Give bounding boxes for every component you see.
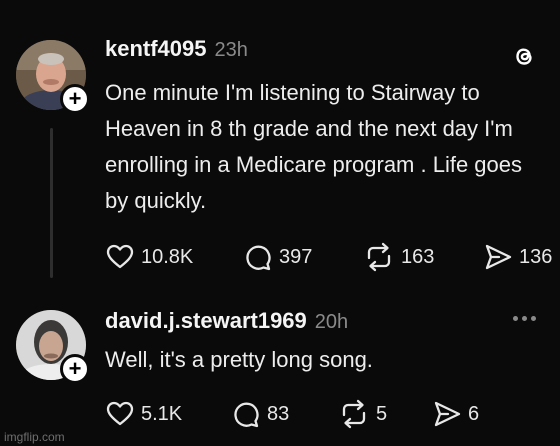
username[interactable]: david.j.stewart1969	[105, 308, 307, 334]
reply-count: 83	[267, 402, 290, 425]
share-button[interactable]: 6	[432, 398, 479, 430]
threads-logo-icon	[516, 48, 532, 65]
repost-icon	[342, 399, 366, 429]
repost-count: 5	[376, 402, 388, 425]
post-header: david.j.stewart1969 20h	[105, 308, 348, 334]
comment-icon	[246, 245, 271, 271]
share-count: 6	[468, 402, 480, 425]
repost-icon	[367, 242, 391, 272]
action-bar: 10.8K 397 163 136	[105, 241, 560, 273]
share-count: 136	[519, 245, 553, 268]
reply-button[interactable]: 83	[231, 398, 289, 430]
timestamp: 23h	[214, 39, 248, 61]
share-icon	[485, 244, 512, 270]
like-button[interactable]: 5.1K	[105, 398, 182, 430]
like-count: 10.8K	[141, 245, 194, 268]
post-text: Well, it's a pretty long song.	[105, 347, 373, 372]
more-icon[interactable]	[513, 316, 536, 321]
reply-count: 397	[279, 245, 313, 268]
thread-connector-line	[50, 128, 53, 278]
avatar-david-j-stewart1969[interactable]: +	[16, 310, 90, 384]
post-kentf4095: + kentf4095 23h One minute I'm listening…	[0, 0, 560, 290]
share-button[interactable]: 136	[483, 241, 552, 273]
post-david-j-stewart1969: + david.j.stewart1969 20h Well, it's a p…	[0, 290, 560, 446]
repost-count: 163	[401, 245, 435, 268]
like-button[interactable]: 10.8K	[105, 241, 193, 273]
imgflip-watermark: imgflip.com	[4, 430, 65, 444]
action-bar: 5.1K 83 5 6	[105, 398, 560, 430]
post-text: One minute I'm listening to Stairway to …	[105, 80, 523, 213]
follow-plus-button[interactable]: +	[60, 354, 90, 384]
comment-icon	[234, 402, 259, 428]
timestamp: 20h	[314, 311, 349, 333]
follow-plus-button[interactable]: +	[60, 84, 90, 114]
heart-icon	[106, 401, 134, 426]
plus-icon: +	[68, 356, 82, 381]
avatar-kentf4095[interactable]: +	[16, 40, 90, 114]
heart-icon	[106, 244, 134, 269]
post-header: kentf4095 23h	[105, 36, 248, 62]
username[interactable]: kentf4095	[105, 36, 207, 62]
plus-icon: +	[68, 86, 82, 111]
share-icon	[434, 401, 461, 427]
like-count: 5.1K	[141, 402, 183, 425]
reply-button[interactable]: 397	[243, 241, 312, 273]
repost-button[interactable]: 163	[363, 241, 434, 273]
repost-button[interactable]: 5	[338, 398, 387, 430]
